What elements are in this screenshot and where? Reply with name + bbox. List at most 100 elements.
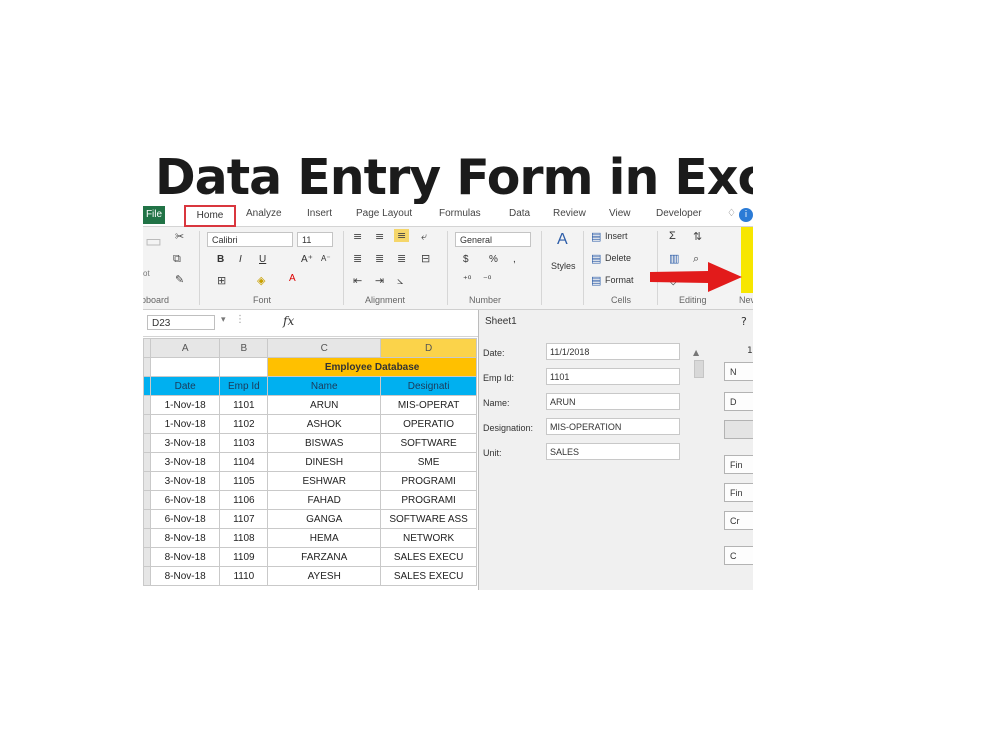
cell[interactable]	[219, 357, 269, 377]
designation-field[interactable]: MIS-OPERATION	[546, 418, 680, 435]
cell[interactable]: 8-Nov-18	[149, 528, 221, 548]
column-header-a[interactable]: A	[149, 338, 221, 358]
delete-cells-icon[interactable]: ▤	[591, 252, 601, 265]
tab-review[interactable]: Review	[553, 208, 586, 219]
cell[interactable]: SME	[380, 452, 477, 472]
cell[interactable]: 6-Nov-18	[149, 490, 221, 510]
header-cell-emp-id[interactable]: Emp Id	[219, 376, 269, 396]
cell[interactable]: ASHOK	[267, 414, 382, 434]
cell[interactable]: 1-Nov-18	[149, 395, 221, 415]
tab-insert[interactable]: Insert	[307, 208, 332, 219]
database-title-cell[interactable]: Employee Database	[267, 357, 477, 377]
italic-icon[interactable]: I	[239, 254, 242, 265]
scroll-thumb[interactable]	[694, 360, 704, 378]
ribbon-collapse-icon[interactable]: ♢	[727, 208, 736, 219]
find-next-button[interactable]: Fin	[724, 483, 753, 502]
tab-analyze[interactable]: Analyze	[246, 208, 282, 219]
column-header-c[interactable]: C	[267, 338, 382, 358]
cell[interactable]: 1108	[219, 528, 269, 548]
row-number[interactable]	[143, 433, 151, 453]
cell[interactable]: 6-Nov-18	[149, 509, 221, 529]
increase-decimal-icon[interactable]: ⁺⁰	[463, 274, 471, 285]
info-icon[interactable]: i	[739, 208, 753, 222]
cell[interactable]: OPERATIO	[380, 414, 477, 434]
decrease-decimal-icon[interactable]: ⁻⁰	[483, 274, 491, 285]
row-number[interactable]	[143, 566, 151, 586]
restore-button[interactable]	[724, 420, 753, 439]
cell[interactable]: 1109	[219, 547, 269, 567]
increase-indent-icon[interactable]: ⇥	[375, 274, 384, 287]
fill-color-icon[interactable]: ◈	[257, 274, 265, 287]
underline-icon[interactable]: U	[259, 254, 266, 265]
cell[interactable]: 1110	[219, 566, 269, 586]
wrap-text-icon[interactable]: ⤶	[421, 230, 427, 244]
cell[interactable]: FARZANA	[267, 547, 382, 567]
styles-icon[interactable]: A	[557, 231, 568, 249]
align-top-icon[interactable]: ≡	[353, 230, 362, 243]
row-number[interactable]	[143, 376, 151, 396]
header-cell-designation[interactable]: Designati	[380, 376, 477, 396]
tab-file[interactable]: File	[143, 206, 165, 224]
row-number[interactable]	[143, 414, 151, 434]
cell[interactable]: SALES EXECU	[380, 566, 477, 586]
close-button[interactable]: C	[724, 546, 753, 565]
cell[interactable]: PROGRAMI	[380, 471, 477, 491]
cell[interactable]: GANGA	[267, 509, 382, 529]
cell[interactable]: ARUN	[267, 395, 382, 415]
font-color-icon[interactable]: A	[289, 273, 296, 284]
record-scrollbar[interactable]: ▲	[693, 348, 705, 588]
orientation-icon[interactable]: ⦣	[397, 274, 403, 288]
header-cell-name[interactable]: Name	[267, 376, 382, 396]
tab-formulas[interactable]: Formulas	[439, 208, 481, 219]
row-number[interactable]	[143, 547, 151, 567]
decrease-font-icon[interactable]: A⁻	[321, 254, 331, 263]
find-prev-button[interactable]: Fin	[724, 455, 753, 474]
increase-font-icon[interactable]: A⁺	[301, 254, 313, 265]
format-cells-icon[interactable]: ▤	[591, 274, 601, 287]
cell[interactable]: 1103	[219, 433, 269, 453]
cell[interactable]: DINESH	[267, 452, 382, 472]
align-center-icon[interactable]: ≣	[375, 252, 384, 265]
cell[interactable]: 1106	[219, 490, 269, 510]
autosum-icon[interactable]: Σ	[669, 230, 676, 242]
cell[interactable]: ESHWAR	[267, 471, 382, 491]
select-all-corner[interactable]	[143, 338, 151, 358]
cut-icon[interactable]: ✂	[175, 230, 184, 243]
bold-icon[interactable]: B	[217, 254, 224, 265]
row-number[interactable]	[143, 528, 151, 548]
cell[interactable]: SOFTWARE	[380, 433, 477, 453]
new-button[interactable]: N	[724, 362, 753, 381]
align-middle-icon[interactable]: ≡	[375, 230, 384, 243]
unit-field[interactable]: SALES	[546, 443, 680, 460]
cell[interactable]: 3-Nov-18	[149, 471, 221, 491]
cell[interactable]: SOFTWARE ASS	[380, 509, 477, 529]
insert-cells-icon[interactable]: ▤	[591, 230, 601, 243]
cell[interactable]: 3-Nov-18	[149, 452, 221, 472]
delete-cells-button[interactable]: Delete	[605, 253, 631, 263]
delete-button[interactable]: D	[724, 392, 753, 411]
emp-id-field[interactable]: 1101	[546, 368, 680, 385]
cell[interactable]: PROGRAMI	[380, 490, 477, 510]
tab-data[interactable]: Data	[509, 208, 530, 219]
paste-icon[interactable]: ▭	[145, 231, 162, 252]
row-number[interactable]	[143, 509, 151, 529]
name-field[interactable]: ARUN	[546, 393, 680, 410]
cell[interactable]: 1101	[219, 395, 269, 415]
cell[interactable]: MIS-OPERAT	[380, 395, 477, 415]
cell[interactable]: 8-Nov-18	[149, 547, 221, 567]
insert-cells-button[interactable]: Insert	[605, 231, 628, 241]
row-number[interactable]	[143, 471, 151, 491]
header-cell-date[interactable]: Date	[149, 376, 221, 396]
help-icon[interactable]: ?	[741, 315, 747, 328]
cell[interactable]: AYESH	[267, 566, 382, 586]
sort-filter-icon[interactable]: ⇅	[693, 230, 702, 243]
insert-function-icon[interactable]: fx	[283, 314, 294, 328]
cell[interactable]: 1105	[219, 471, 269, 491]
align-bottom-icon[interactable]: ≡	[394, 229, 410, 242]
tab-home[interactable]: Home	[184, 205, 236, 227]
cell[interactable]: 1104	[219, 452, 269, 472]
align-left-icon[interactable]: ≣	[353, 252, 362, 265]
criteria-button[interactable]: Cr	[724, 511, 753, 530]
font-name-combo[interactable]: Calibri	[207, 232, 293, 247]
number-format-combo[interactable]: General	[455, 232, 531, 247]
